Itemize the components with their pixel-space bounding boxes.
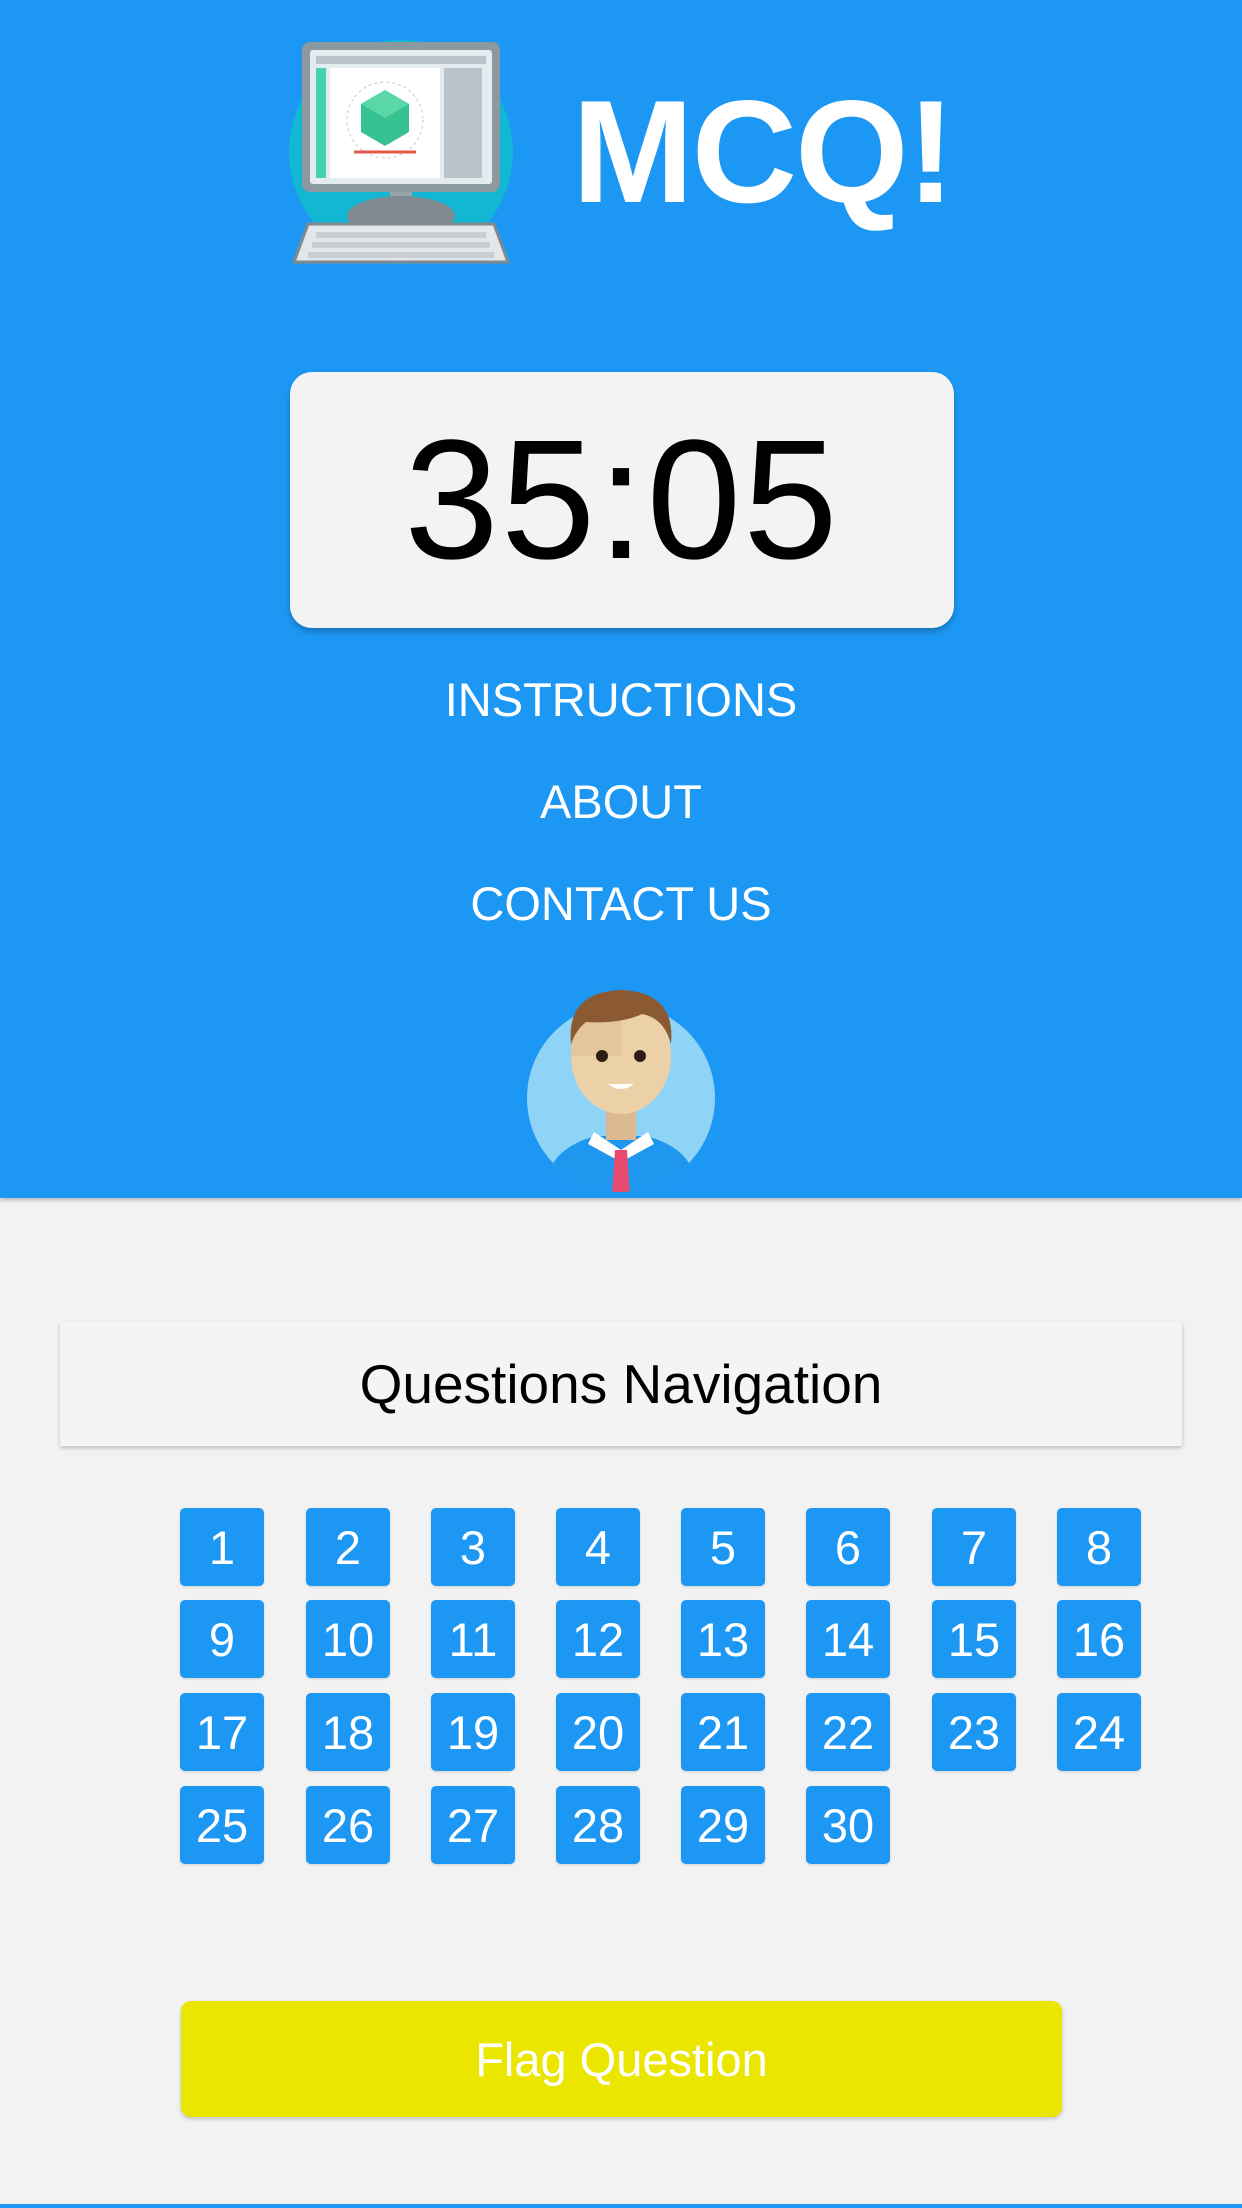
header: MCQ! 35:05 INSTRUCTIONS ABOUT CONTACT US [0, 0, 1242, 1198]
question-button-5[interactable]: 5 [681, 1508, 765, 1586]
question-button-3[interactable]: 3 [431, 1508, 515, 1586]
timer-card: 35:05 [290, 372, 954, 628]
timer-display: 35:05 [404, 405, 840, 595]
question-button-9[interactable]: 9 [180, 1600, 264, 1678]
user-avatar-icon[interactable] [526, 984, 716, 1196]
question-button-6[interactable]: 6 [806, 1508, 890, 1586]
question-button-26[interactable]: 26 [306, 1786, 390, 1864]
question-button-20[interactable]: 20 [556, 1693, 640, 1771]
questions-navigation-header: Questions Navigation [60, 1322, 1182, 1446]
question-button-16[interactable]: 16 [1057, 1600, 1141, 1678]
question-button-15[interactable]: 15 [932, 1600, 1016, 1678]
question-button-27[interactable]: 27 [431, 1786, 515, 1864]
instructions-link[interactable]: INSTRUCTIONS [0, 670, 1242, 730]
question-button-23[interactable]: 23 [932, 1693, 1016, 1771]
question-button-13[interactable]: 13 [681, 1600, 765, 1678]
question-button-19[interactable]: 19 [431, 1693, 515, 1771]
flag-question-button[interactable]: Flag Question [181, 2001, 1062, 2117]
question-button-11[interactable]: 11 [431, 1600, 515, 1678]
question-button-29[interactable]: 29 [681, 1786, 765, 1864]
question-button-30[interactable]: 30 [806, 1786, 890, 1864]
question-button-7[interactable]: 7 [932, 1508, 1016, 1586]
question-button-8[interactable]: 8 [1057, 1508, 1141, 1586]
question-button-22[interactable]: 22 [806, 1693, 890, 1771]
about-link[interactable]: ABOUT [0, 772, 1242, 832]
question-button-14[interactable]: 14 [806, 1600, 890, 1678]
question-button-17[interactable]: 17 [180, 1693, 264, 1771]
app-title: MCQ! [572, 70, 955, 233]
contact-us-link[interactable]: CONTACT US [0, 874, 1242, 934]
question-button-10[interactable]: 10 [306, 1600, 390, 1678]
question-button-25[interactable]: 25 [180, 1786, 264, 1864]
question-button-4[interactable]: 4 [556, 1508, 640, 1586]
question-button-12[interactable]: 12 [556, 1600, 640, 1678]
question-button-2[interactable]: 2 [306, 1508, 390, 1586]
computer-monitor-icon [289, 40, 513, 264]
bottom-divider [0, 2204, 1242, 2208]
question-button-24[interactable]: 24 [1057, 1693, 1141, 1771]
question-button-21[interactable]: 21 [681, 1693, 765, 1771]
question-button-28[interactable]: 28 [556, 1786, 640, 1864]
question-button-1[interactable]: 1 [180, 1508, 264, 1586]
question-button-18[interactable]: 18 [306, 1693, 390, 1771]
